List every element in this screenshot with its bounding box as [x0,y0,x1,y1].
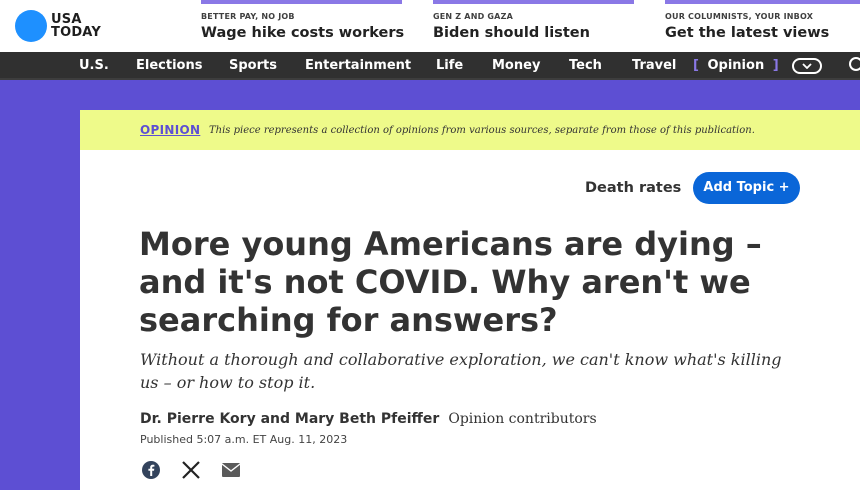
nav-item-travel[interactable]: Travel [632,52,676,80]
search-icon[interactable] [849,57,860,71]
nav-item-elections[interactable]: Elections [136,52,202,80]
nav-item-us[interactable]: U.S. [79,52,109,80]
nav-item-tech[interactable]: Tech [569,52,602,80]
promo-title: Wage hike costs workers [201,25,405,41]
nav-item-entertainment[interactable]: Entertainment [305,52,411,80]
nav-item-opinion[interactable]: [ Opinion ] [693,52,779,80]
more-menu-button[interactable] [792,58,822,74]
promo-kicker: BETTER PAY, NO JOB [201,12,295,21]
usa-today-logo[interactable]: USA TODAY [15,10,101,42]
article-subheadline: Without a thorough and collaborative exp… [140,350,782,392]
active-bracket-open: [ [693,58,699,73]
facebook-share-button[interactable] [140,459,162,481]
x-icon [182,461,200,479]
opinion-disclaimer: This piece represents a collection of op… [209,125,755,136]
byline-authors[interactable]: Dr. Pierre Kory and Mary Beth Pfeiffer [140,411,439,427]
byline: Dr. Pierre Kory and Mary Beth Pfeiffer O… [140,408,597,427]
nav-item-sports[interactable]: Sports [229,52,277,80]
topic-label[interactable]: Death rates [585,180,681,196]
promo-link-gaza[interactable]: GEN Z AND GAZA Biden should listen [433,0,634,52]
article-card: OPINION This piece represents a collecti… [80,110,860,490]
active-bracket-close: ] [772,58,779,73]
main-nav: U.S. Elections Sports Entertainment Life… [0,52,860,80]
promo-kicker: GEN Z AND GAZA [433,12,513,21]
email-share-button[interactable] [220,459,242,481]
promo-accent-bar [433,0,634,4]
envelope-icon [221,463,241,477]
promo-accent-bar [665,0,860,4]
promo-title: Biden should listen [433,25,590,41]
top-header: USA TODAY BETTER PAY, NO JOB Wage hike c… [0,0,860,52]
logo-text: USA TODAY [51,13,101,39]
facebook-icon [142,461,160,479]
opinion-label-link[interactable]: OPINION [140,123,200,137]
article-headline: More young Americans are dying – and it'… [139,225,762,339]
published-date: Published 5:07 a.m. ET Aug. 11, 2023 [140,433,348,446]
add-topic-button[interactable]: Add Topic + [693,172,800,204]
byline-role: Opinion contributors [448,411,597,427]
promo-accent-bar [201,0,402,4]
x-share-button[interactable] [180,459,202,481]
logo-line2: TODAY [51,25,101,40]
opinion-banner: OPINION This piece represents a collecti… [80,110,860,150]
promo-link-wage[interactable]: BETTER PAY, NO JOB Wage hike costs worke… [201,0,405,52]
promo-title: Get the latest views [665,25,830,41]
nav-item-money[interactable]: Money [492,52,540,80]
nav-item-life[interactable]: Life [436,52,463,80]
nav-item-opinion-label: Opinion [707,58,765,73]
promo-kicker: OUR COLUMNISTS, YOUR INBOX [665,12,814,21]
promo-link-newsletter[interactable]: OUR COLUMNISTS, YOUR INBOX Get the lates… [665,0,860,52]
logo-circle [15,10,47,42]
chevron-down-icon [802,63,812,69]
